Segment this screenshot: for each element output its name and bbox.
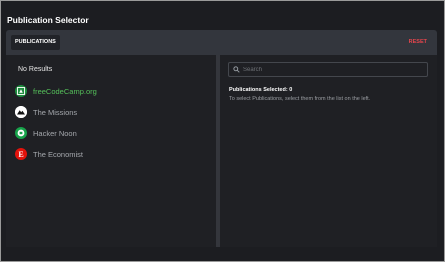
economist-icon: E <box>15 148 27 160</box>
list-item-label: The Missions <box>33 107 78 117</box>
reset-button[interactable]: RESET <box>409 39 427 45</box>
freecodecamp-icon <box>15 85 27 97</box>
selected-count: Publications Selected: 0 <box>229 87 293 93</box>
no-results-text: No Results <box>18 66 53 73</box>
mountain-icon <box>15 106 27 118</box>
list-item-label: The Economist <box>33 149 84 159</box>
panel-header: PUBLICATIONS RESET <box>6 30 437 55</box>
search-box[interactable] <box>228 62 428 77</box>
list-item-the-missions[interactable]: The Missions <box>15 106 77 118</box>
list-item-hacker-noon[interactable]: Hacker Noon <box>15 127 77 139</box>
help-text: To select Publications, select them from… <box>229 96 371 102</box>
search-icon <box>233 66 240 73</box>
hacker-noon-icon <box>15 127 27 139</box>
app-window: Publication Selector PUBLICATIONS RESET … <box>0 0 445 262</box>
list-item-the-economist[interactable]: E The Economist <box>15 148 83 160</box>
svg-text:E: E <box>18 150 23 159</box>
publication-list-panel: No Results freeCodeCamp.org The Missions <box>6 55 216 247</box>
list-item-label: Hacker Noon <box>33 128 77 138</box>
search-input[interactable] <box>240 66 423 73</box>
tab-publications[interactable]: PUBLICATIONS <box>11 35 60 50</box>
selected-panel: Publications Selected: 0 To select Publi… <box>220 55 437 247</box>
page-title: Publication Selector <box>7 15 89 25</box>
list-item-label: freeCodeCamp.org <box>33 86 97 96</box>
list-item-freecodecamp[interactable]: freeCodeCamp.org <box>15 85 97 97</box>
